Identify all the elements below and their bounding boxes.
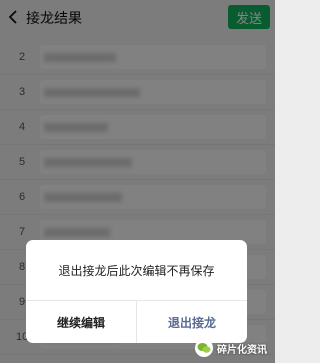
watermark-text: 碎片化资讯	[217, 344, 267, 356]
wechat-logo-icon	[195, 339, 213, 357]
watermark: 碎片化资讯	[195, 339, 267, 357]
continue-editing-button[interactable]: 继续编辑	[26, 301, 136, 343]
confirm-dialog: 退出接龙后此次编辑不再保存 继续编辑 退出接龙	[26, 240, 247, 343]
exit-button[interactable]: 退出接龙	[137, 301, 247, 343]
dialog-message: 退出接龙后此次编辑不再保存	[58, 264, 215, 278]
